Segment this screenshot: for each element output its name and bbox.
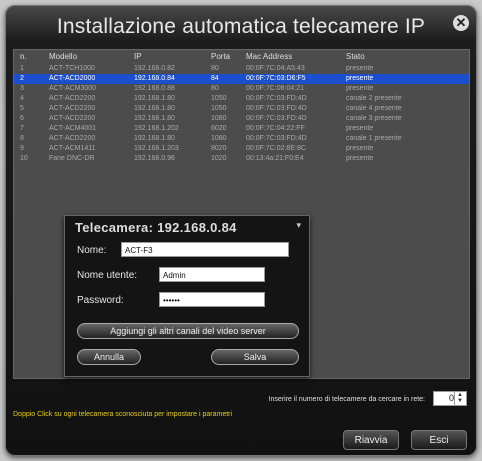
cell-status: canale 2 presente (346, 95, 402, 102)
cell-port: 1050 (211, 95, 227, 102)
cell-model: ACT-TCH1000 (49, 65, 95, 72)
name-label: Nome: (77, 245, 107, 256)
cell-status: presente (346, 145, 374, 152)
table-header: n. Modello IP Porta Mac Address Stato (14, 50, 469, 64)
cell-mac: 00:0F:7C:04:A5:43 (246, 65, 305, 72)
cell-n: 9 (20, 145, 24, 152)
install-window: Installazione automatica telecamere IP ✕… (5, 5, 477, 456)
cell-ip: 192.168.0.88 (134, 85, 175, 92)
cell-status: presente (346, 85, 374, 92)
cell-model: ACT-ACM4001 (49, 125, 97, 132)
table-row[interactable]: 9 ACT-ACM1411 192.168.1.203 8020 00:0F:7C:02… (14, 144, 469, 154)
table-row[interactable]: 4 ACT-ACD2200 192.168.1.80 1050 00:0F:7C:03:… (14, 94, 469, 104)
dialog-title: Telecamera: 192.168.0.84 (75, 220, 237, 235)
table-row[interactable]: 7 ACT-ACM4001 192.168.1.202 6020 00:0F:7C:04… (14, 124, 469, 134)
cell-ip: 192.168.1.80 (134, 95, 175, 102)
cell-mac: 00:0F:7C:04:22:FF (246, 125, 305, 132)
cell-n: 3 (20, 85, 24, 92)
cell-port: 1050 (211, 105, 227, 112)
add-channels-button[interactable]: Aggiungi gli altri canali del video serv… (77, 323, 299, 339)
table-row[interactable]: 8 ACT-ACD2200 192.168.1.80 1080 00:0F:7C:03:… (14, 134, 469, 144)
table-row[interactable]: 2 ACT-ACD2000 192.168.0.84 84 00:0F:7C:03:D6… (14, 74, 469, 84)
spinner-arrows-icon[interactable]: ▲ ▼ (454, 392, 465, 405)
user-input[interactable]: Admin (159, 267, 265, 282)
dialog-close-icon[interactable]: ▾ (296, 220, 301, 231)
table-row[interactable]: 3 ACT-ACM3000 192.168.0.88 80 00:0F:7C:08:04… (14, 84, 469, 94)
cell-ip: 192.168.1.80 (134, 135, 175, 142)
cell-mac: 00:13:4a:21:F0:E4 (246, 155, 304, 162)
cell-n: 1 (20, 65, 24, 72)
table-row[interactable]: 1 ACT-TCH1000 192.168.0.82 80 00:0F:7C:04:A5… (14, 64, 469, 74)
cell-ip: 192.168.0.82 (134, 65, 175, 72)
cell-n: 10 (20, 155, 28, 162)
cell-mac: 00:0F:7C:02:8E:8C (246, 145, 306, 152)
cell-mac: 00:0F:7C:03:FD:4D (246, 95, 307, 102)
name-input[interactable]: ACT-F3 (121, 242, 289, 257)
close-icon[interactable]: ✕ (453, 15, 469, 31)
count-label: Inserire il numero di telecamere da cerc… (268, 396, 425, 403)
cell-ip: 192.168.1.80 (134, 115, 175, 122)
table-row[interactable]: 6 ACT-ACD2200 192.168.1.80 1080 00:0F:7C:03:… (14, 114, 469, 124)
cell-status: canale 1 presente (346, 135, 402, 142)
cell-model: ACT-ACD2000 (49, 75, 96, 82)
cell-port: 80 (211, 85, 219, 92)
cell-ip: 192.168.0.84 (134, 75, 175, 82)
cell-n: 4 (20, 95, 24, 102)
user-label: Nome utente: (77, 270, 138, 281)
cell-port: 6020 (211, 125, 227, 132)
cell-model: ACT-ACD2200 (49, 95, 96, 102)
cell-status: presente (346, 125, 374, 132)
cell-status: presente (346, 75, 374, 82)
cancel-button[interactable]: Annulla (77, 349, 141, 365)
cell-ip: 192.168.1.203 (134, 145, 179, 152)
cell-mac: 00:0F:7C:08:04:21 (246, 85, 304, 92)
window-title: Installazione automatica telecamere IP (56, 15, 426, 38)
cell-mac: 00:0F:7C:03:FD:4D (246, 115, 307, 122)
save-button[interactable]: Salva (211, 349, 299, 365)
cell-status: presente (346, 65, 374, 72)
cell-port: 1080 (211, 135, 227, 142)
cell-port: 80 (211, 65, 219, 72)
cell-n: 8 (20, 135, 24, 142)
restart-button[interactable]: Riavvia (343, 430, 399, 450)
table-row[interactable]: 10 Fane DNC-DR 192.168.0.96 1020 00:13:4a:21… (14, 154, 469, 164)
header-n: n. (20, 52, 27, 61)
header-port: Porta (211, 52, 231, 61)
cell-model: ACT-ACM1411 (49, 145, 96, 152)
count-spinner[interactable]: 0 ▲ ▼ (433, 391, 467, 406)
header-mac: Mac Address (246, 52, 293, 61)
cell-status: canale 3 presente (346, 115, 402, 122)
exit-button[interactable]: Esci (411, 430, 467, 450)
camera-dialog: Telecamera: 192.168.0.84 ▾ Nome: ACT-F3 … (64, 215, 310, 377)
cell-mac: 00:0F:7C:03:FD:4D (246, 105, 307, 112)
cell-model: ACT-ACD2200 (49, 115, 96, 122)
header-status: Stato (346, 52, 365, 61)
cell-n: 2 (20, 75, 24, 82)
hint-text: Doppio Click su ogni telecamera sconosci… (13, 411, 233, 418)
cell-mac: 00:0F:7C:03:FD:4D (246, 135, 307, 142)
cell-status: presente (346, 155, 374, 162)
cell-n: 7 (20, 125, 24, 132)
password-label: Password: (77, 295, 124, 306)
cell-port: 84 (211, 75, 219, 82)
cell-model: Fane DNC-DR (49, 155, 95, 162)
header-model: Modello (49, 52, 78, 61)
cell-model: ACT-ACD2200 (49, 135, 96, 142)
cell-port: 8020 (211, 145, 227, 152)
cell-mac: 00:0F:7C:03:D6:F5 (246, 75, 306, 82)
cell-model: ACT-ACD2200 (49, 105, 96, 112)
table-row[interactable]: 5 ACT-ACD2200 192.168.1.80 1050 00:0F:7C:03:… (14, 104, 469, 114)
cell-model: ACT-ACM3000 (49, 85, 97, 92)
cell-ip: 192.168.1.80 (134, 105, 175, 112)
cell-port: 1080 (211, 115, 227, 122)
cell-status: canale 4 presente (346, 105, 402, 112)
cell-ip: 192.168.1.202 (134, 125, 179, 132)
cell-n: 6 (20, 115, 24, 122)
cell-port: 1020 (211, 155, 227, 162)
header-ip: IP (134, 52, 142, 61)
cell-ip: 192.168.0.96 (134, 155, 175, 162)
cell-n: 5 (20, 105, 24, 112)
password-input[interactable]: •••••• (159, 292, 265, 307)
